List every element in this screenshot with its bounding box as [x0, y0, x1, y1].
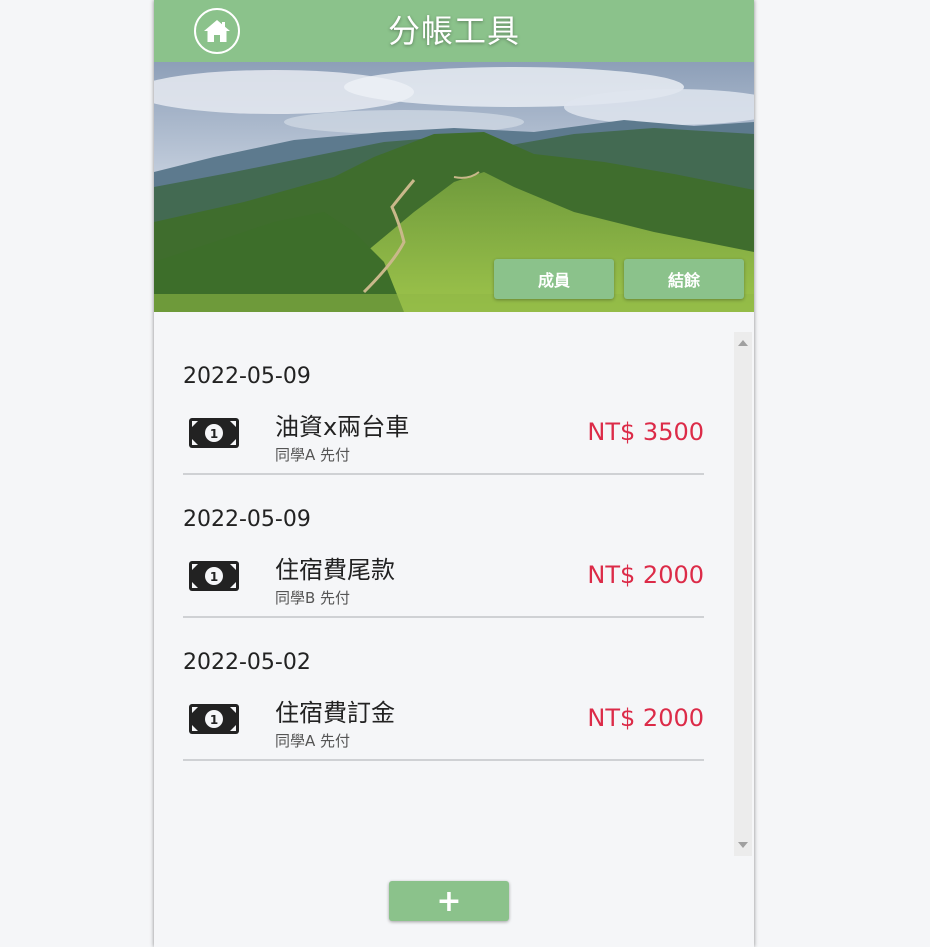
- entry-amount: NT$ 2000: [587, 704, 704, 732]
- app-container: 分帳工具 成員 結餘 2022-05-09 1 油資x兩台車 同學A 先付 NT…: [154, 0, 754, 947]
- entry-amount: NT$ 2000: [587, 561, 704, 589]
- money-bill-icon: 1: [189, 418, 239, 448]
- scrollbar[interactable]: [734, 332, 752, 856]
- scroll-down-arrow-icon[interactable]: [738, 842, 748, 848]
- entry-date: 2022-05-02: [183, 650, 311, 675]
- money-bill-icon: 1: [189, 561, 239, 591]
- svg-text:1: 1: [210, 570, 218, 584]
- home-button[interactable]: [194, 8, 240, 54]
- entry-amount: NT$ 3500: [587, 418, 704, 446]
- members-button[interactable]: 成員: [494, 259, 614, 299]
- list-item[interactable]: 2022-05-02 1 住宿費訂金 同學A 先付 NT$ 2000: [183, 618, 704, 761]
- list-item[interactable]: 2022-05-09 1 油資x兩台車 同學A 先付 NT$ 3500: [183, 332, 704, 475]
- entry-date: 2022-05-09: [183, 507, 311, 532]
- money-bill-icon: 1: [189, 704, 239, 734]
- home-icon: [204, 20, 230, 42]
- header-bar: 分帳工具: [154, 0, 754, 62]
- expense-list[interactable]: 2022-05-09 1 油資x兩台車 同學A 先付 NT$ 3500 2022…: [154, 332, 754, 856]
- entry-date: 2022-05-09: [183, 364, 311, 389]
- balance-button[interactable]: 結餘: [624, 259, 744, 299]
- entry-payer: 同學A 先付: [275, 446, 351, 464]
- entry-name: 住宿費訂金: [275, 699, 395, 727]
- svg-text:1: 1: [210, 427, 218, 441]
- add-expense-button[interactable]: +: [389, 881, 509, 921]
- svg-text:1: 1: [210, 713, 218, 727]
- entry-payer: 同學A 先付: [275, 732, 351, 750]
- divider: [183, 759, 704, 761]
- hero-banner: 成員 結餘: [154, 62, 754, 312]
- entry-name: 油資x兩台車: [275, 413, 410, 441]
- scroll-up-arrow-icon[interactable]: [738, 340, 748, 346]
- page-title: 分帳工具: [387, 12, 520, 50]
- list-item[interactable]: 2022-05-09 1 住宿費尾款 同學B 先付 NT$ 2000: [183, 475, 704, 618]
- entry-payer: 同學B 先付: [275, 589, 351, 607]
- entry-name: 住宿費尾款: [275, 556, 395, 584]
